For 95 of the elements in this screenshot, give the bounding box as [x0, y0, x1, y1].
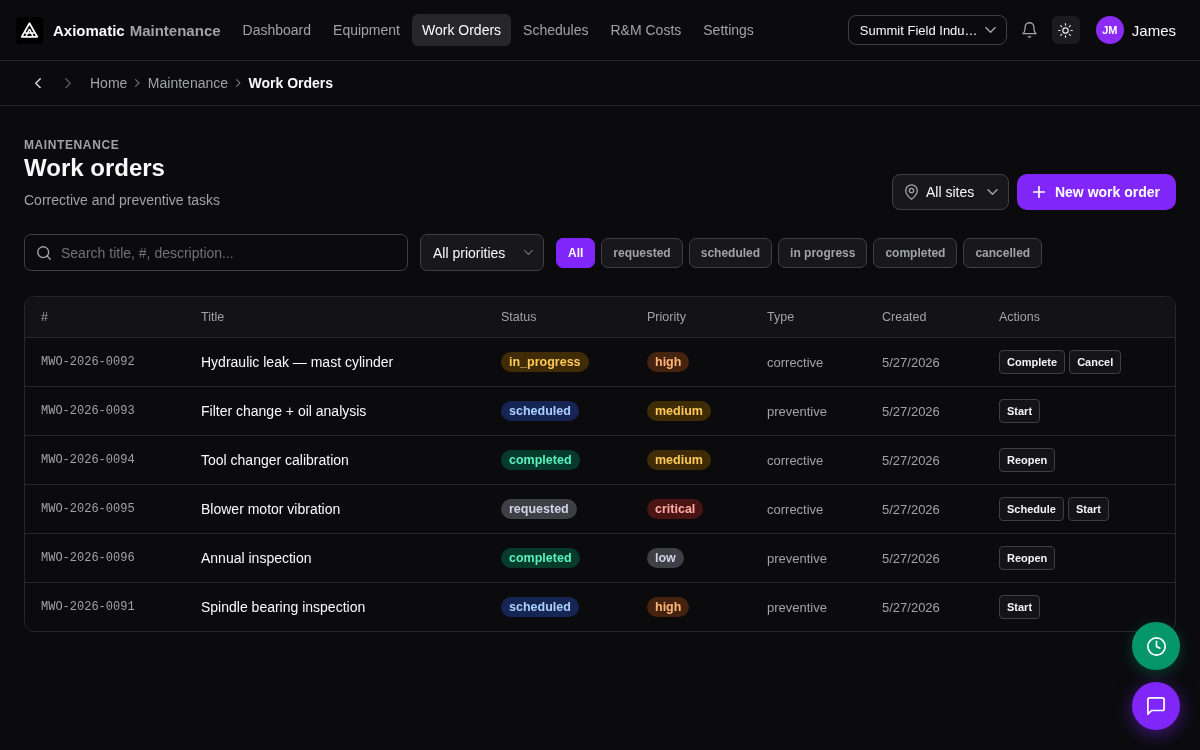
created-date: 5/27/2026 [882, 550, 940, 566]
user-name: James [1131, 21, 1176, 39]
action-button[interactable]: Schedule [999, 497, 1064, 521]
action-button[interactable]: Complete [999, 350, 1066, 374]
created-date: 5/27/2026 [882, 403, 940, 419]
work-order-number: MWO-2026-0092 [41, 355, 135, 369]
action-button[interactable]: Start [1067, 497, 1109, 521]
priority-badge: high [647, 352, 690, 372]
work-order-type: corrective [767, 354, 824, 370]
work-order-title: Tool changer calibration [201, 452, 349, 468]
page-title: Work orders [24, 153, 165, 183]
logo-icon[interactable] [16, 16, 43, 44]
created-date: 5/27/2026 [882, 452, 940, 468]
work-order-type: corrective [767, 501, 824, 517]
user-avatar[interactable]: JM [1095, 16, 1124, 44]
work-order-number: MWO-2026-0094 [41, 453, 135, 467]
work-order-number: MWO-2026-0093 [41, 404, 135, 418]
clock-icon [1146, 636, 1166, 656]
filter-chip[interactable]: cancelled [963, 237, 1043, 268]
chevron-right-icon [236, 79, 241, 87]
floating-clock-button[interactable] [1132, 622, 1180, 670]
site-select[interactable]: All sites [891, 174, 1009, 210]
eyebrow-label: MAINTENANCE [24, 137, 120, 153]
priority-badge: high [647, 597, 690, 617]
map-pin-icon [904, 184, 918, 200]
search-field[interactable]: Search title, #, description... [24, 234, 408, 271]
priority-badge: low [647, 548, 684, 568]
work-order-title: Blower motor vibration [201, 501, 341, 517]
page-subtitle: Corrective and preventive tasks [24, 191, 221, 210]
product-name: Maintenance [129, 21, 221, 39]
bell-icon[interactable] [1021, 22, 1037, 38]
priority-badge: critical [647, 499, 704, 519]
new-work-order-button[interactable]: New work order [1016, 174, 1176, 210]
chevron-left-icon[interactable] [35, 77, 41, 89]
work-order-title: Hydraulic leak — mast cylinder [201, 354, 394, 370]
sun-icon [1058, 22, 1074, 38]
breadcrumb-link[interactable]: Home [90, 75, 128, 91]
filter-chip[interactable]: All [556, 237, 596, 268]
column-header: Actions [999, 310, 1040, 324]
column-header: # [41, 310, 48, 324]
filter-chip[interactable]: completed [873, 237, 958, 268]
nav-tab[interactable]: Settings [693, 14, 764, 46]
status-badge: completed [501, 450, 580, 470]
nav-tab[interactable]: Equipment [323, 14, 410, 46]
action-button[interactable]: Reopen [999, 448, 1056, 472]
plus-icon [1032, 186, 1045, 198]
chevron-right-icon [135, 79, 140, 87]
status-badge: scheduled [501, 401, 579, 421]
work-order-title: Filter change + oil analysis [201, 403, 367, 419]
work-order-number: MWO-2026-0096 [41, 551, 135, 565]
breadcrumb-link[interactable]: Maintenance [147, 75, 229, 91]
breadcrumb-current: Work Orders [248, 75, 334, 91]
column-header: Status [501, 310, 537, 324]
floating-chat-button[interactable] [1132, 682, 1180, 730]
action-button[interactable]: Start [999, 595, 1041, 619]
filter-chip[interactable]: requested [601, 237, 683, 268]
priority-badge: medium [647, 450, 711, 470]
column-header: Created [882, 310, 927, 324]
search-icon [37, 245, 51, 260]
work-order-type: preventive [767, 550, 827, 566]
theme-toggle-button[interactable] [1051, 16, 1080, 44]
work-order-number: MWO-2026-0091 [41, 600, 135, 614]
status-badge: scheduled [501, 597, 579, 617]
created-date: 5/27/2026 [882, 599, 940, 615]
work-order-number: MWO-2026-0095 [41, 502, 135, 516]
work-order-type: preventive [767, 599, 827, 615]
chevron-down-icon [986, 189, 998, 195]
work-order-type: preventive [767, 403, 827, 419]
column-header: Priority [647, 310, 686, 324]
priority-select[interactable]: All priorities [420, 234, 544, 271]
status-badge: in_progress [501, 352, 589, 372]
status-badge: requested [501, 499, 577, 519]
filter-chip[interactable]: scheduled [688, 237, 773, 268]
chat-icon [1147, 697, 1165, 715]
filter-chip[interactable]: in progress [778, 237, 868, 268]
column-header: Title [201, 310, 225, 324]
organization-select[interactable]: Summit Field Indu… [847, 15, 1007, 45]
work-order-title: Annual inspection [201, 550, 312, 566]
created-date: 5/27/2026 [882, 501, 940, 517]
nav-tab[interactable]: Schedules [513, 14, 599, 46]
nav-tab[interactable]: Dashboard [232, 14, 322, 46]
nav-tab[interactable]: R&M Costs [600, 14, 692, 46]
column-header: Type [767, 310, 795, 324]
chevron-down-icon [984, 27, 996, 33]
created-date: 5/27/2026 [882, 354, 940, 370]
nav-tab[interactable]: Work Orders [412, 14, 512, 46]
action-button[interactable]: Reopen [999, 546, 1056, 570]
action-button[interactable]: Cancel [1069, 350, 1122, 374]
chevron-down-icon [524, 250, 533, 255]
work-order-type: corrective [767, 452, 824, 468]
priority-badge: medium [647, 401, 711, 421]
brand-name: Axiomatic [53, 21, 125, 39]
action-button[interactable]: Start [999, 399, 1041, 423]
work-order-title: Spindle bearing inspection [201, 599, 366, 615]
status-badge: completed [501, 548, 580, 568]
